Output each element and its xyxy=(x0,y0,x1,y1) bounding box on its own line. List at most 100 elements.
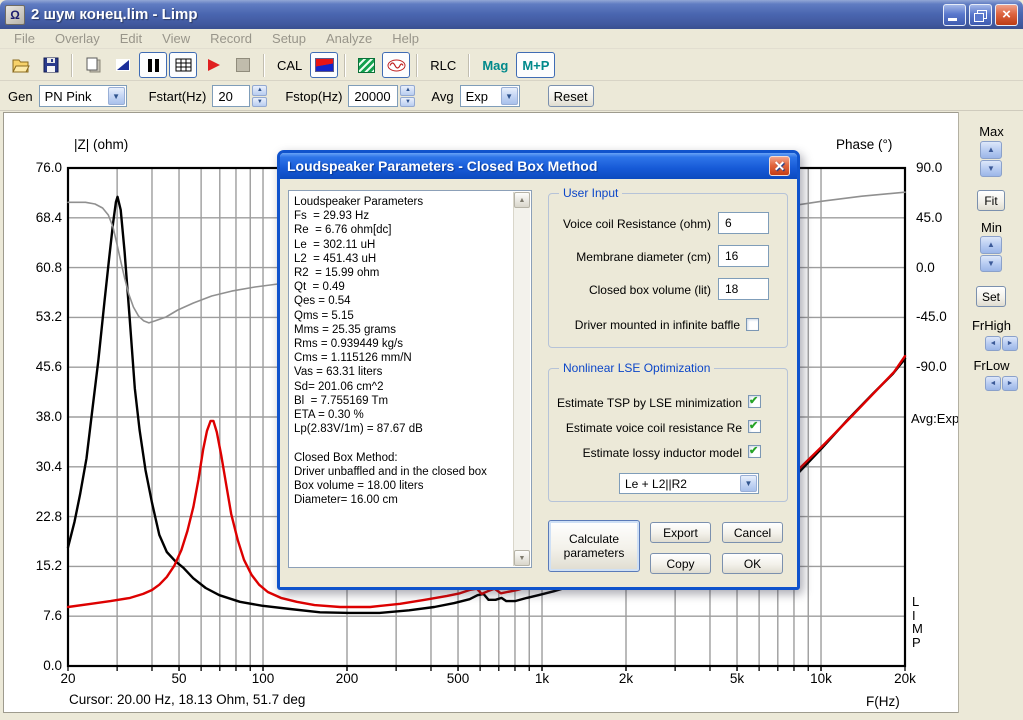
max-stepper[interactable]: ▲ ▼ xyxy=(980,141,1002,177)
left-arrow-icon[interactable]: ◄ xyxy=(985,336,1001,351)
estimate-inductor-checkbox[interactable] xyxy=(748,444,761,458)
record-stop-button[interactable] xyxy=(229,52,257,78)
copy-button[interactable]: Copy xyxy=(650,553,711,574)
dialog-close-button[interactable]: ✕ xyxy=(769,156,790,176)
menu-analyze[interactable]: Analyze xyxy=(316,29,382,48)
calibration-flag-button[interactable] xyxy=(310,52,339,78)
scroll-down-button[interactable]: ▼ xyxy=(514,550,530,566)
frlow-label: FrLow xyxy=(973,358,1010,373)
up-arrow-icon[interactable]: ▲ xyxy=(980,141,1002,159)
generator-type-value: PN Pink xyxy=(44,88,92,104)
generator-type-select[interactable]: PN Pink ▼ xyxy=(38,85,127,107)
menu-file[interactable]: File xyxy=(4,29,45,48)
fstop-stepper[interactable]: ▲ ▼ xyxy=(400,85,416,107)
infinite-baffle-label: Driver mounted in infinite baffle xyxy=(574,318,740,332)
generator-toolbar: Gen PN Pink ▼ Fstart(Hz) 20 ▲ ▼ Fstop(Hz)… xyxy=(0,82,1023,111)
scroll-up-button[interactable]: ▲ xyxy=(514,192,530,208)
infinite-baffle-checkbox[interactable] xyxy=(746,318,759,331)
right-arrow-icon[interactable]: ► xyxy=(1002,336,1018,351)
menu-view[interactable]: View xyxy=(152,29,200,48)
chevron-down-icon[interactable]: ▼ xyxy=(740,475,757,492)
pause-button[interactable] xyxy=(139,52,167,78)
fstart-input[interactable]: 20 xyxy=(212,85,251,107)
minimize-icon xyxy=(948,17,957,21)
fstart-stepper[interactable]: ▲ ▼ xyxy=(252,85,268,107)
calibrate-button[interactable]: CAL xyxy=(271,52,308,78)
right-arrow-icon[interactable]: ► xyxy=(1002,376,1018,391)
window-buttons: × xyxy=(940,3,1018,26)
copy-graph-button[interactable] xyxy=(79,52,107,78)
membrane-diameter-input[interactable] xyxy=(718,245,769,267)
cancel-button[interactable]: Cancel xyxy=(722,522,783,543)
chevron-down-icon[interactable]: ▼ xyxy=(107,87,125,105)
voice-coil-resistance-input[interactable] xyxy=(718,212,769,234)
down-arrow-icon[interactable]: ▼ xyxy=(252,96,268,107)
parameters-result-box[interactable]: Loudspeaker Parameters Fs = 29.93 Hz Re … xyxy=(288,190,532,568)
export-button[interactable]: Export xyxy=(650,522,711,543)
avg-select[interactable]: Exp ▼ xyxy=(459,85,520,107)
minimize-button[interactable] xyxy=(943,3,966,26)
close-icon: ✕ xyxy=(773,158,786,174)
down-arrow-icon[interactable]: ▼ xyxy=(980,254,1002,272)
open-file-button[interactable] xyxy=(7,52,35,78)
toolbar-separator xyxy=(263,53,265,77)
restore-button[interactable] xyxy=(969,3,992,26)
green-hatch-icon xyxy=(357,57,375,73)
toolbar-separator xyxy=(416,53,419,77)
overlay-button[interactable] xyxy=(109,52,137,78)
red-blue-flag-icon xyxy=(314,58,334,72)
user-input-group: User Input Voice coil Resistance (ohm) M… xyxy=(548,186,788,348)
spectrum-button[interactable] xyxy=(352,52,380,78)
left-arrow-icon[interactable]: ◄ xyxy=(985,376,1001,391)
dialog-body: Loudspeaker Parameters Fs = 29.93 Hz Re … xyxy=(280,179,797,587)
parameters-text: Loudspeaker Parameters Fs = 29.93 Hz Re … xyxy=(294,196,487,507)
closed-box-volume-input[interactable] xyxy=(718,278,769,300)
chevron-down-icon[interactable]: ▼ xyxy=(500,87,518,105)
menu-edit[interactable]: Edit xyxy=(110,29,152,48)
signal-generator-button[interactable] xyxy=(382,52,411,78)
frlow-stepper[interactable]: ◄ ► xyxy=(985,376,1018,391)
down-arrow-icon[interactable]: ▼ xyxy=(980,159,1002,177)
calculate-parameters-button[interactable]: Calculate parameters xyxy=(548,520,640,572)
rlc-button[interactable]: RLC xyxy=(424,52,462,78)
ok-button[interactable]: OK xyxy=(722,553,783,574)
avg-label: Avg xyxy=(431,88,454,104)
toolbar-separator xyxy=(344,53,347,77)
blue-wedge-icon xyxy=(116,59,130,71)
pause-icon xyxy=(147,58,159,72)
save-button[interactable] xyxy=(37,52,65,78)
menu-overlay[interactable]: Overlay xyxy=(45,29,110,48)
fit-button[interactable]: Fit xyxy=(977,190,1005,211)
min-stepper[interactable]: ▲ ▼ xyxy=(980,236,1002,272)
menu-help[interactable]: Help xyxy=(382,29,429,48)
menu-setup[interactable]: Setup xyxy=(262,29,316,48)
inductor-model-select[interactable]: Le + L2||R2 ▼ xyxy=(619,473,759,494)
estimate-tsp-checkbox[interactable] xyxy=(748,394,761,408)
lse-optimization-group: Nonlinear LSE Optimization Estimate TSP … xyxy=(548,361,788,502)
set-button[interactable]: Set xyxy=(976,286,1006,307)
reset-button[interactable]: Reset xyxy=(547,85,594,107)
magnitude-view-button[interactable]: Mag xyxy=(476,52,514,78)
estimate-re-checkbox[interactable] xyxy=(748,419,761,433)
up-arrow-icon[interactable]: ▲ xyxy=(252,85,268,96)
user-input-legend: User Input xyxy=(559,186,623,200)
record-start-button[interactable] xyxy=(199,52,227,78)
fstop-input[interactable]: 20000 xyxy=(348,85,399,107)
magnitude-phase-view-button[interactable]: M+P xyxy=(516,52,556,78)
loudspeaker-parameters-dialog: Loudspeaker Parameters - Closed Box Meth… xyxy=(277,150,800,590)
up-arrow-icon[interactable]: ▲ xyxy=(980,236,1002,254)
table-view-button[interactable] xyxy=(169,52,197,78)
frhigh-stepper[interactable]: ◄ ► xyxy=(985,336,1018,351)
open-folder-icon xyxy=(12,59,30,72)
dialog-titlebar[interactable]: Loudspeaker Parameters - Closed Box Meth… xyxy=(280,153,797,179)
up-arrow-icon[interactable]: ▲ xyxy=(400,85,416,96)
min-label: Min xyxy=(981,220,1002,235)
menu-record[interactable]: Record xyxy=(200,29,262,48)
parameters-scrollbar[interactable]: ▲ ▼ xyxy=(513,192,530,566)
voice-coil-resistance-label: Voice coil Resistance (ohm) xyxy=(562,217,711,231)
close-button[interactable]: × xyxy=(995,3,1018,26)
toolbar-separator xyxy=(71,53,73,77)
down-arrow-icon[interactable]: ▼ xyxy=(400,96,416,107)
estimate-re-label: Estimate voice coil resistance Re xyxy=(565,421,742,435)
membrane-diameter-label: Membrane diameter (cm) xyxy=(576,250,711,264)
